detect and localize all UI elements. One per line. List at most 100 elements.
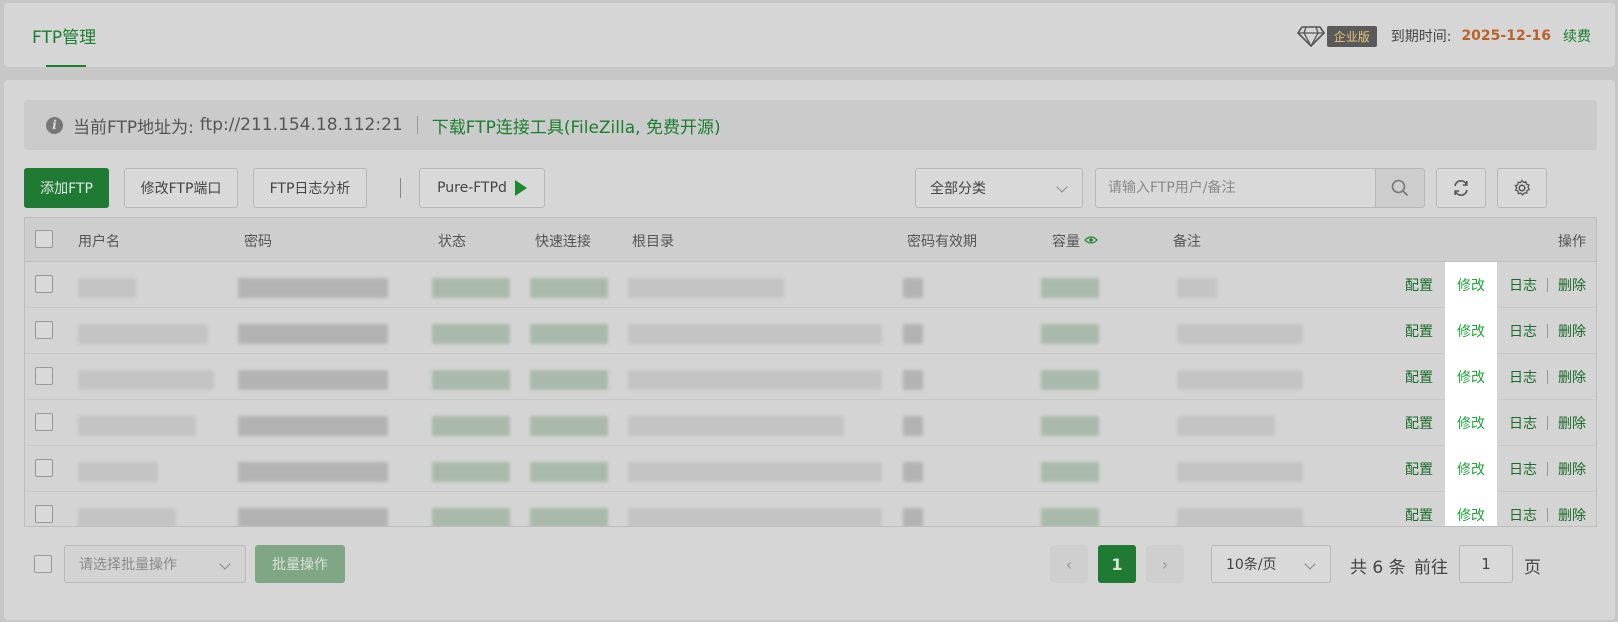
redacted-cell [1177, 462, 1303, 482]
delete-action[interactable]: 删除 [1548, 367, 1596, 387]
modify-action[interactable]: 修改 [1445, 261, 1497, 308]
refresh-button[interactable] [1436, 168, 1486, 208]
batch-operation-select[interactable]: 请选择批量操作 [64, 545, 246, 583]
row-actions: 配置 修改 日志 删除 [1395, 261, 1596, 308]
redacted-cell [903, 416, 923, 436]
redacted-cell [78, 278, 136, 298]
redacted-cell [238, 508, 388, 526]
goto-page-input[interactable] [1459, 545, 1513, 583]
search-input[interactable] [1095, 168, 1375, 208]
add-ftp-button[interactable]: 添加FTP [24, 168, 109, 208]
chevron-left-icon: ‹ [1065, 554, 1073, 574]
row-actions: 配置 修改 日志 删除 [1395, 353, 1596, 400]
config-action[interactable]: 配置 [1395, 459, 1443, 479]
table-header: 用户名 密码 状态 快速连接 根目录 密码有效期 容量 备注 操作 [25, 218, 1596, 262]
log-action[interactable]: 日志 [1499, 413, 1547, 433]
redacted-cell [432, 508, 510, 526]
redacted-cell [238, 462, 388, 482]
col-password: 密码 [244, 234, 272, 250]
redacted-cell [628, 508, 882, 526]
toolbar-divider [400, 178, 401, 198]
expire-date: 2025-12-16 [1461, 28, 1551, 44]
table-footer: 请选择批量操作 批量操作 ‹ 1 › 10条/页 共 6 条 前往 页 [24, 545, 1597, 583]
row-checkbox[interactable] [35, 413, 53, 431]
footer-select-all-checkbox[interactable] [34, 555, 52, 573]
prev-page-button[interactable]: ‹ [1050, 545, 1088, 583]
col-capacity[interactable]: 容量 [1052, 231, 1099, 251]
redacted-cell [78, 370, 214, 390]
log-action[interactable]: 日志 [1499, 459, 1547, 479]
service-name: Pure-FTPd [437, 180, 507, 196]
refresh-icon [1454, 180, 1468, 196]
log-action[interactable]: 日志 [1499, 321, 1547, 341]
chevron-down-icon [1304, 558, 1316, 570]
row-actions: 配置 修改 日志 删除 [1395, 399, 1596, 446]
pure-ftpd-service-button[interactable]: Pure-FTPd [419, 168, 545, 208]
batch-operation-button[interactable]: 批量操作 [255, 545, 345, 583]
delete-action[interactable]: 删除 [1548, 275, 1596, 295]
redacted-cell [432, 324, 510, 344]
redacted-cell [628, 370, 882, 390]
row-checkbox[interactable] [35, 367, 53, 385]
redacted-cell [530, 370, 608, 390]
modify-action[interactable]: 修改 [1445, 491, 1497, 526]
category-select[interactable]: 全部分类 [915, 168, 1083, 208]
modify-action[interactable]: 修改 [1445, 353, 1497, 400]
download-ftp-tool-link[interactable]: 下载FTP连接工具(FileZilla, 免费开源) [432, 113, 721, 138]
vip-badge: 企业版 [1326, 25, 1377, 47]
page-number-current[interactable]: 1 [1098, 545, 1136, 583]
redacted-cell [1041, 508, 1099, 526]
next-page-button[interactable]: › [1146, 545, 1184, 583]
redacted-cell [78, 416, 196, 436]
row-actions: 配置 修改 日志 删除 [1395, 307, 1596, 354]
table-row: 配置 修改 日志 删除 [25, 261, 1596, 308]
delete-action[interactable]: 删除 [1548, 459, 1596, 479]
col-actions: 操作 [1558, 234, 1586, 250]
row-checkbox[interactable] [35, 275, 53, 293]
redacted-cell [238, 370, 388, 390]
modify-ftp-port-button[interactable]: 修改FTP端口 [124, 168, 238, 208]
redacted-cell [628, 324, 882, 344]
select-all-checkbox[interactable] [35, 230, 53, 248]
table-row: 配置 修改 日志 删除 [25, 399, 1596, 446]
config-action[interactable]: 配置 [1395, 367, 1443, 387]
redacted-cell [903, 462, 923, 482]
delete-action[interactable]: 删除 [1548, 505, 1596, 525]
page-size-select[interactable]: 10条/页 [1211, 545, 1331, 583]
log-action[interactable]: 日志 [1499, 505, 1547, 525]
redacted-cell [1041, 416, 1099, 436]
config-action[interactable]: 配置 [1395, 321, 1443, 341]
redacted-cell [238, 416, 388, 436]
config-action[interactable]: 配置 [1395, 505, 1443, 525]
ftp-log-analysis-button[interactable]: FTP日志分析 [253, 168, 367, 208]
search-button[interactable] [1375, 168, 1425, 208]
row-checkbox[interactable] [35, 321, 53, 339]
tab-ftp-management[interactable]: FTP管理 [32, 23, 96, 48]
row-checkbox[interactable] [35, 459, 53, 477]
redacted-cell [78, 324, 208, 344]
redacted-cell [432, 370, 510, 390]
renew-link[interactable]: 续费 [1563, 26, 1591, 46]
redacted-cell [1177, 324, 1303, 344]
gear-icon [1514, 179, 1531, 197]
table-body: 配置 修改 日志 删除 配置 修改 日志 删除 配置 修改 日志 删除 配置 修改 日志 删除 配置 修改 日志 删除… [25, 261, 1596, 526]
modify-action[interactable]: 修改 [1445, 399, 1497, 446]
ftp-table: 用户名 密码 状态 快速连接 根目录 密码有效期 容量 备注 操作 配置 修改 日志… [24, 217, 1597, 527]
redacted-cell [432, 462, 510, 482]
eye-icon [1084, 236, 1099, 244]
log-action[interactable]: 日志 [1499, 275, 1547, 295]
modify-action[interactable]: 修改 [1445, 307, 1497, 354]
row-checkbox[interactable] [35, 505, 53, 523]
main-panel: i 当前FTP地址为: ftp://211.154.18.112:21 下载FT… [4, 80, 1615, 620]
redacted-cell [432, 416, 510, 436]
ftp-address-notice: i 当前FTP地址为: ftp://211.154.18.112:21 下载FT… [24, 100, 1597, 150]
settings-button[interactable] [1497, 168, 1547, 208]
log-action[interactable]: 日志 [1499, 367, 1547, 387]
config-action[interactable]: 配置 [1395, 413, 1443, 433]
redacted-cell [903, 508, 923, 526]
delete-action[interactable]: 删除 [1548, 413, 1596, 433]
modify-action[interactable]: 修改 [1445, 445, 1497, 492]
delete-action[interactable]: 删除 [1548, 321, 1596, 341]
config-action[interactable]: 配置 [1395, 275, 1443, 295]
total-count: 共 6 条 [1350, 558, 1406, 578]
